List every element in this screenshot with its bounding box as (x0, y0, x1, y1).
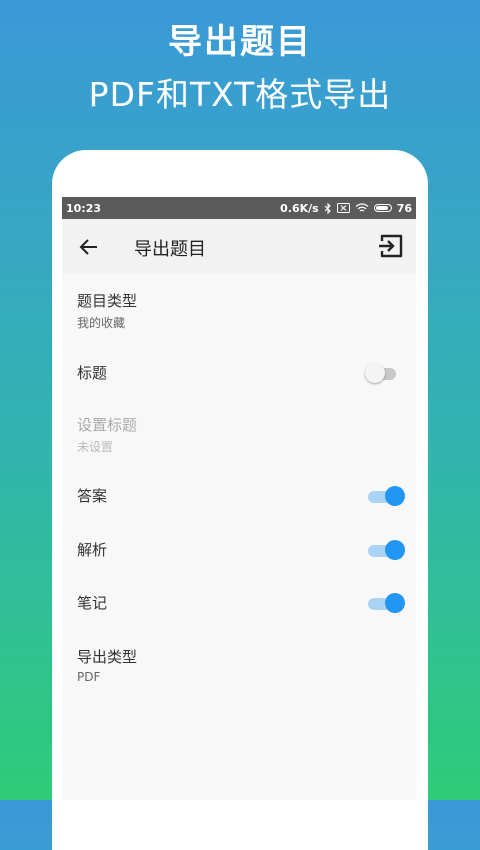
promo-subtitle: PDF和TXT格式导出 (88, 75, 392, 114)
notes-switch[interactable] (365, 592, 405, 614)
set-title-item: 设置标题 未设置 (77, 414, 401, 455)
network-speed: 0.6K/s (280, 201, 319, 215)
analysis-toggle-item[interactable]: 解析 (77, 539, 405, 561)
arrow-left-icon (79, 239, 97, 255)
battery-icon (373, 204, 392, 212)
question-type-value: 我的收藏 (77, 316, 126, 330)
analysis-toggle-label: 解析 (77, 541, 108, 559)
app-toolbar: 导出题目 (62, 219, 416, 274)
answer-toggle-item[interactable]: 答案 (77, 485, 405, 507)
title-toggle-item[interactable]: 标题 (77, 362, 401, 384)
export-type-label: 导出类型 (77, 648, 138, 666)
export-type-item[interactable]: 导出类型 PDF (77, 646, 401, 684)
status-time: 10:23 (66, 201, 102, 215)
answer-toggle-label: 答案 (77, 487, 108, 505)
answer-switch[interactable] (365, 485, 405, 507)
question-type-item[interactable]: 题目类型 我的收藏 (77, 290, 401, 331)
question-type-label: 题目类型 (77, 292, 138, 310)
status-bar: 10:23 0.6K/s 76 (62, 197, 416, 219)
phone-screen: 10:23 0.6K/s 76 导出题目 题目类型 我的收藏 标题 设置标题 未… (62, 197, 416, 800)
back-button[interactable] (74, 232, 104, 262)
page-title: 导出题目 (134, 239, 206, 260)
title-switch[interactable] (365, 362, 401, 384)
notes-toggle-label: 笔记 (77, 594, 108, 612)
set-title-label: 设置标题 (77, 416, 138, 434)
promo-title: 导出题目 (168, 22, 312, 62)
title-toggle-label: 标题 (77, 364, 108, 382)
exit-to-app-icon (379, 234, 403, 258)
bluetooth-icon (324, 202, 332, 214)
wifi-icon (355, 203, 369, 213)
export-button[interactable] (376, 231, 406, 261)
export-type-value: PDF (77, 670, 101, 684)
analysis-switch[interactable] (365, 539, 405, 561)
notes-toggle-item[interactable]: 笔记 (77, 592, 405, 614)
sim-blocked-icon (336, 203, 350, 213)
battery-level: 76 (396, 201, 412, 215)
set-title-value: 未设置 (77, 440, 114, 454)
